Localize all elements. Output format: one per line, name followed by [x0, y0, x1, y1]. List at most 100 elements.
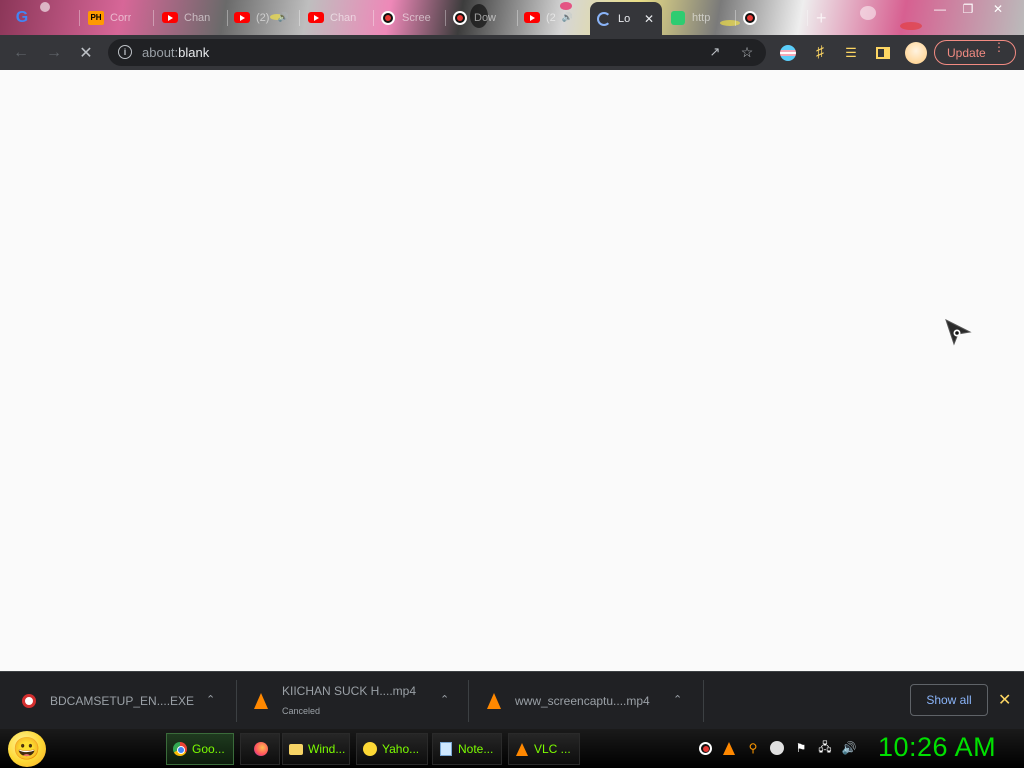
download-separator — [703, 680, 704, 722]
new-tab-button[interactable]: + — [816, 8, 827, 29]
tab-title: Chan — [184, 11, 211, 24]
chevron-up-icon[interactable]: ⌃ — [206, 693, 215, 706]
tab-title: Scree — [402, 11, 431, 24]
taskbar-label: Yaho... — [382, 742, 420, 756]
tab-2[interactable]: Chan — [156, 4, 228, 31]
extensions-puzzle-icon[interactable]: ♯ — [809, 42, 831, 64]
download-filename: KIICHAN SUCK H....mp4 — [282, 684, 417, 698]
vlc-icon — [252, 692, 270, 710]
url-scheme: about: — [142, 45, 179, 60]
tray-network-icon[interactable]: 🖧 — [817, 740, 833, 756]
pornhub-icon: PH — [88, 10, 104, 26]
vlc-icon — [514, 741, 530, 757]
download-shelf: BDCAMSETUP_EN....EXE ⌃ KIICHAN SUCK H...… — [0, 671, 1024, 729]
tray-volume-icon[interactable]: 🔊 — [841, 740, 857, 756]
taskbar-item-explorer[interactable]: Wind... — [282, 733, 350, 765]
notepad-icon — [438, 741, 454, 757]
tab-9[interactable]: http — [664, 4, 736, 31]
mouse-cursor-icon — [945, 319, 972, 346]
record-icon — [452, 10, 468, 26]
taskbar-item-chrome[interactable]: Goo... — [166, 733, 234, 765]
taskbar-label: Wind... — [308, 742, 346, 756]
taskbar-label: Goo... — [192, 742, 225, 756]
stop-loading-icon[interactable]: ✕ — [75, 42, 97, 64]
url-text[interactable]: about:blank — [142, 45, 209, 60]
update-button[interactable]: Update ⋮ — [934, 40, 1016, 65]
minimize-icon[interactable]: — — [926, 0, 954, 18]
tab-title: Chan — [330, 11, 357, 24]
tab-5[interactable]: Scree — [374, 4, 446, 31]
tab-title: Lo — [618, 12, 631, 25]
taskbar-item-vlc[interactable]: VLC ... — [508, 733, 580, 765]
loading-spinner-icon — [596, 11, 612, 27]
tab-strip: G PH Corr Chan (2) 🔊 Chan Scree Dow (2 🔊 — [0, 0, 1024, 35]
tab-4[interactable]: Chan — [302, 4, 374, 31]
download-separator — [236, 680, 237, 722]
download-item[interactable]: www_screencaptu....mp4 ⌃ — [485, 672, 704, 730]
tab-6[interactable]: Dow — [446, 4, 518, 31]
download-separator — [468, 680, 469, 722]
chrome-icon — [172, 741, 188, 757]
system-clock[interactable]: 10:26 AM — [878, 732, 996, 763]
show-all-downloads-button[interactable]: Show all — [910, 684, 988, 716]
close-tab-icon[interactable]: ✕ — [644, 12, 654, 26]
site-info-icon[interactable]: i — [118, 45, 132, 59]
download-filename: www_screencaptu....mp4 — [515, 694, 650, 708]
green-app-icon — [670, 10, 686, 26]
folder-icon — [288, 741, 304, 757]
download-filename: BDCAMSETUP_EN....EXE — [50, 694, 195, 708]
taskbar-item-yahoo[interactable]: Yaho... — [356, 733, 428, 765]
restore-icon[interactable]: ❐ — [954, 0, 982, 18]
tab-separator — [299, 10, 300, 26]
chevron-up-icon[interactable]: ⌃ — [673, 693, 682, 706]
chevron-up-icon[interactable]: ⌃ — [440, 693, 449, 706]
taskbar-item-notepad[interactable]: Note... — [432, 733, 502, 765]
tray-search-icon[interactable]: ⚲ — [745, 740, 761, 756]
tray-messenger-icon[interactable] — [769, 740, 785, 756]
download-item[interactable]: BDCAMSETUP_EN....EXE ⌃ — [20, 672, 237, 730]
share-icon[interactable]: ↗ — [704, 41, 726, 63]
firefox-icon — [253, 741, 269, 757]
tab-separator — [79, 10, 80, 26]
download-item[interactable]: KIICHAN SUCK H....mp4 Canceled ⌃ — [252, 672, 469, 730]
speaker-icon: 🔊 — [561, 12, 573, 22]
record-icon — [742, 10, 758, 26]
tab-title: Dow — [474, 11, 497, 24]
tray-vlc-icon[interactable] — [721, 740, 737, 756]
back-icon[interactable]: ← — [10, 42, 32, 64]
taskbar-label: VLC ... — [534, 742, 571, 756]
record-icon — [380, 10, 396, 26]
page-content[interactable] — [0, 70, 1024, 671]
forward-icon[interactable]: → — [43, 42, 65, 64]
tray-flag-icon[interactable]: ⚑ — [793, 740, 809, 756]
address-bar[interactable]: i about:blank ↗ ☆ — [108, 39, 766, 66]
reading-list-icon[interactable]: ☰ — [840, 42, 862, 64]
more-menu-icon[interactable]: ⋮ — [993, 41, 1005, 53]
wallpaper-splat — [860, 6, 876, 20]
tab-8-active[interactable]: Lo ✕ — [590, 2, 662, 35]
tab-title: http — [692, 11, 711, 24]
profile-avatar-icon[interactable] — [905, 42, 927, 64]
browser-toolbar: ← → ✕ i about:blank ↗ ☆ ♯ ☰ Update ⋮ — [0, 35, 1024, 70]
youtube-icon — [308, 10, 324, 26]
tab-1[interactable]: PH Corr — [82, 4, 154, 31]
tab-0[interactable]: G — [8, 4, 80, 31]
vlc-icon — [485, 692, 503, 710]
yahoo-messenger-icon — [362, 741, 378, 757]
youtube-icon — [524, 10, 540, 26]
youtube-icon — [162, 10, 178, 26]
start-button-smiley-icon[interactable]: 😀 — [8, 731, 46, 767]
close-window-icon[interactable]: ✕ — [984, 0, 1012, 18]
side-panel-icon[interactable] — [872, 42, 894, 64]
tab-3[interactable]: (2) 🔊 — [228, 4, 300, 31]
extension-flag-icon[interactable] — [777, 42, 799, 64]
bookmark-star-icon[interactable]: ☆ — [736, 41, 758, 63]
taskbar: 😀 Goo... Wind... Yaho... Note... VLC ...… — [0, 729, 1024, 768]
tab-title: (2) — [256, 11, 270, 24]
google-icon: G — [15, 8, 29, 26]
taskbar-item-firefox[interactable] — [240, 733, 280, 765]
tray-record-icon[interactable] — [697, 740, 713, 756]
tab-10[interactable] — [736, 4, 808, 31]
tab-7[interactable]: (2 🔊 — [518, 4, 588, 31]
close-shelf-icon[interactable]: ✕ — [998, 690, 1011, 710]
